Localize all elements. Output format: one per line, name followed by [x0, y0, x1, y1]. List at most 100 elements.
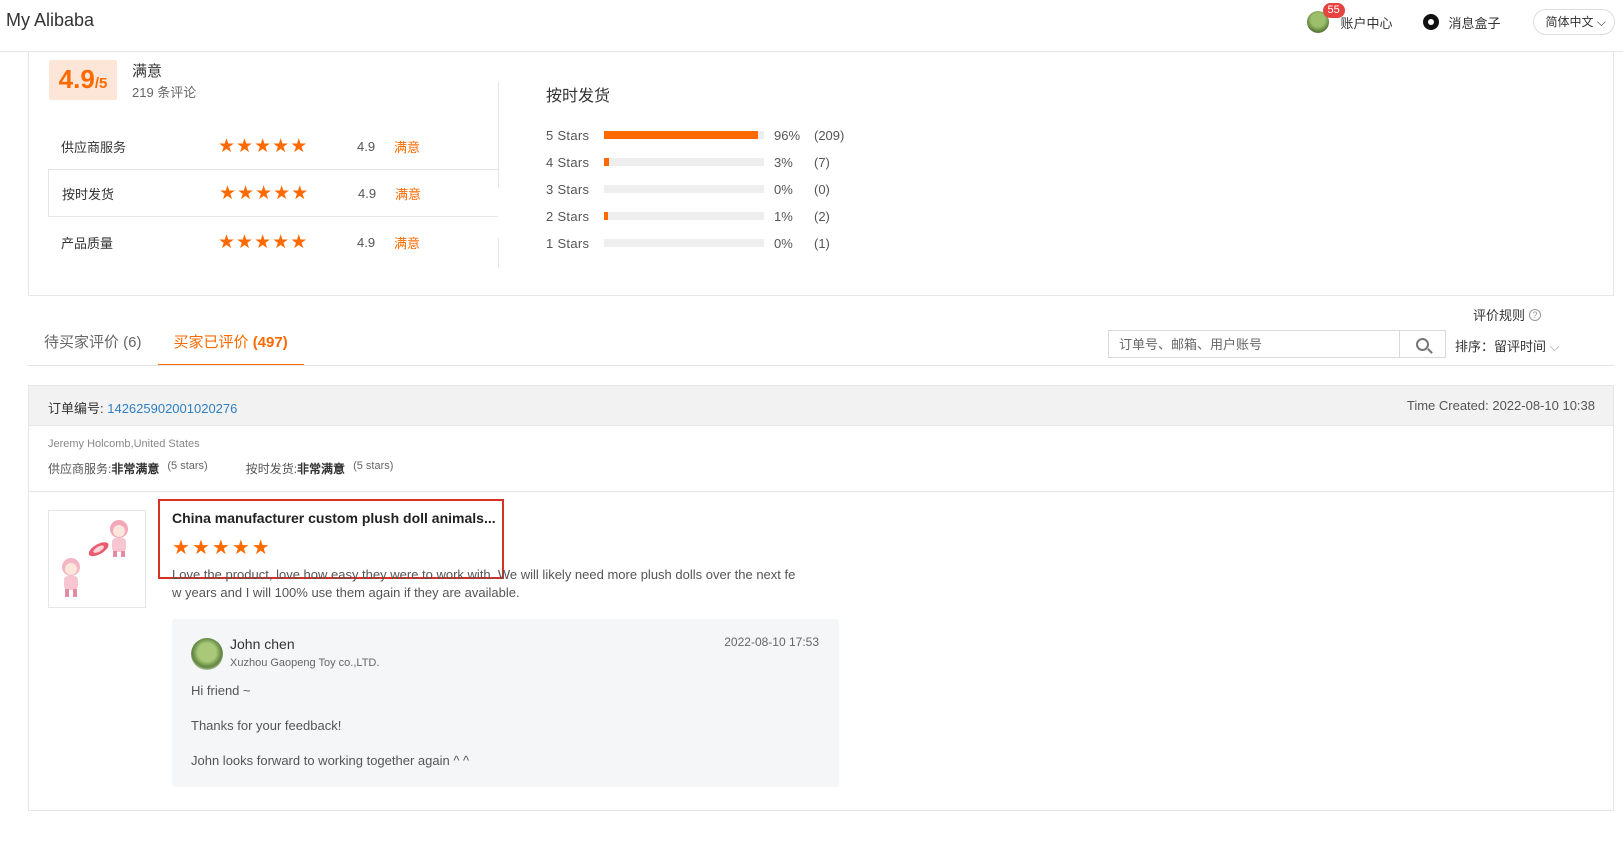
distribution-bar-fill — [604, 131, 758, 139]
metric-stars: ★ ★ ★ ★ ★ — [218, 137, 308, 156]
order-divider — [29, 491, 1615, 492]
distribution-percent: 1% — [774, 208, 793, 224]
supplier-service-value: 非常满意 — [111, 462, 160, 476]
distribution-row[interactable]: 4 Stars 3% (7) — [546, 153, 830, 171]
star-icon: ★ — [272, 135, 290, 157]
review-text: Love the product, love how easy they wer… — [172, 567, 796, 600]
distribution-row[interactable]: 3 Stars 0% (0) — [546, 180, 830, 198]
plush-doll-image[interactable] — [49, 511, 145, 607]
reply-line: Hi friend ~ — [191, 683, 251, 698]
distribution-count: (2) — [814, 208, 830, 224]
distribution-title: 按时发货 — [546, 88, 611, 105]
review-rules-link[interactable]: 评价规则 ? — [1473, 305, 1542, 324]
search-icon[interactable] — [1416, 337, 1429, 351]
overall-score: 4.9 — [58, 64, 95, 94]
distribution-row[interactable]: 5 Stars 96% (209) — [546, 126, 844, 144]
distribution-count: (209) — [814, 127, 845, 143]
order-number: 订单编号: 142625902001020276 — [48, 398, 237, 417]
chevron-down-icon[interactable]: ⌵ — [1546, 339, 1560, 354]
account-center-label[interactable]: 账户中心 — [1341, 13, 1393, 32]
star-icon: ★ — [291, 182, 309, 204]
distribution-row[interactable]: 2 Stars 1% (2) — [546, 207, 830, 225]
distribution-count: (7) — [814, 154, 830, 170]
review-rules-label[interactable]: 评价规则 — [1473, 305, 1525, 324]
distribution-percent: 3% — [774, 154, 793, 170]
metric-row-supplier-service[interactable]: 供应商服务 ★ ★ ★ ★ ★ 4.9 满意 — [48, 122, 498, 170]
tab-pending-review[interactable]: 待买家评价 (6) — [28, 330, 158, 366]
metric-row-on-time-delivery[interactable]: 按时发货 ★ ★ ★ ★ ★ 4.9 满意 — [48, 169, 498, 217]
distribution-bar-track — [604, 158, 764, 166]
metric-tag: 满意 — [394, 235, 421, 251]
order-review-card: 订单编号: 142625902001020276 Time Created: 2… — [28, 385, 1615, 811]
reply-company: Xuzhou Gaopeng Toy co.,LTD. — [230, 657, 380, 669]
star-icon: ★ — [255, 182, 273, 204]
star-icon: ★ — [237, 182, 255, 204]
tab-pending-count[interactable]: (6) — [123, 334, 141, 351]
overall-score-title: 满意 — [132, 63, 163, 80]
tab-reviewed[interactable]: 买家已评价 (497) — [157, 330, 304, 366]
supplier-reply: John chen Xuzhou Gaopeng Toy co.,LTD. 20… — [172, 619, 839, 787]
notification-badge: 55 — [1322, 3, 1345, 18]
overall-score-box: 4.9 /5 — [49, 60, 117, 100]
product-thumbnail[interactable] — [48, 510, 146, 608]
message-icon[interactable] — [1422, 14, 1439, 30]
star-icon: ★ — [273, 182, 291, 204]
distribution-bar-track — [604, 131, 764, 139]
reply-line: Thanks for your feedback! — [191, 718, 342, 733]
star-icon: ★ — [290, 135, 308, 157]
metric-label: 供应商服务 — [61, 139, 127, 155]
metric-stars: ★ ★ ★ ★ ★ — [218, 233, 308, 252]
metric-score: 4.9 — [357, 234, 376, 250]
search-input[interactable] — [1109, 331, 1399, 357]
tabs-underline — [28, 365, 1614, 366]
metric-row-product-quality[interactable]: 产品质量 ★ ★ ★ ★ ★ 4.9 满意 — [48, 218, 498, 266]
language-selector[interactable]: 简体中文 ⌵ — [1532, 9, 1615, 35]
shipping-label: 按时发货: — [245, 462, 298, 476]
order-number-link[interactable]: 142625902001020276 — [107, 401, 237, 416]
sort-label[interactable]: 排序：留评时间 — [1455, 339, 1546, 354]
star-icon: ★ — [218, 135, 236, 157]
overall-score-denominator: /5 — [94, 75, 108, 92]
reply-author-name: John chen — [230, 636, 295, 652]
review-count: 219 条评论 — [132, 85, 197, 100]
star-icon: ★ — [290, 231, 308, 253]
distribution-percent: 96% — [774, 127, 801, 143]
distribution-row[interactable]: 1 Stars 0% (1) — [546, 234, 830, 252]
tab-reviewed-label[interactable]: 买家已评价 — [174, 334, 253, 351]
summary-divider — [498, 82, 499, 268]
supplier-service-stars: (5 stars) — [167, 460, 208, 472]
account-center-link[interactable]: 55 账户中心 — [1306, 3, 1393, 33]
frog-avatar-icon — [191, 638, 223, 670]
help-icon[interactable]: ? — [1529, 308, 1542, 321]
shipping-value: 非常满意 — [297, 462, 346, 476]
star-icon: ★ — [219, 182, 237, 204]
selected-row-connector — [498, 188, 499, 238]
sort-dropdown[interactable]: 排序：留评时间 ⌵ — [1455, 336, 1559, 355]
distribution-count: (0) — [814, 181, 830, 197]
review-tabs: 待买家评价 (6) 买家已评价 (497) — [28, 330, 304, 366]
buyer-ratings: 供应商服务: 非常满意 (5 stars) 按时发货: 非常满意 (5 star… — [48, 460, 431, 477]
brand-title[interactable]: My Alibaba — [6, 10, 94, 31]
star-icon: ★ — [254, 231, 272, 253]
order-number-label: 订单编号: — [48, 401, 108, 416]
distribution-label: 2 Stars — [546, 208, 590, 224]
message-box-link[interactable]: 消息盒子 — [1422, 13, 1501, 32]
star-icon: ★ — [254, 135, 272, 157]
tab-reviewed-count[interactable]: (497) — [253, 334, 288, 351]
distribution-label: 1 Stars — [546, 235, 590, 251]
distribution-label: 4 Stars — [546, 154, 590, 170]
distribution-label: 5 Stars — [546, 127, 590, 143]
supplier-service-label: 供应商服务: — [48, 462, 112, 476]
language-label[interactable]: 简体中文 — [1546, 15, 1594, 29]
message-box-label[interactable]: 消息盒子 — [1449, 13, 1501, 32]
search-button[interactable] — [1399, 331, 1445, 357]
metric-label: 产品质量 — [61, 235, 114, 251]
tab-pending-label[interactable]: 待买家评价 — [44, 334, 123, 351]
distribution-bar-fill — [604, 158, 609, 166]
reply-time: 2022-08-10 17:53 — [724, 635, 819, 649]
star-icon: ★ — [272, 231, 290, 253]
chevron-down-icon[interactable]: ⌵ — [1594, 15, 1606, 29]
distribution-bar-track — [604, 239, 764, 247]
distribution-count: (1) — [814, 235, 830, 251]
search-box — [1108, 330, 1446, 358]
